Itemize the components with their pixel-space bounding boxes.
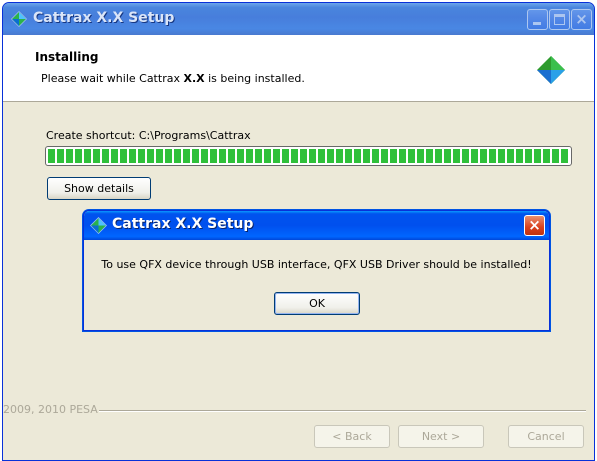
minimize-icon (533, 22, 541, 25)
page-subtitle: Please wait while Cattrax X.X is being i… (41, 72, 305, 85)
cancel-button[interactable]: Cancel (508, 425, 584, 448)
close-icon: × (575, 10, 588, 28)
dialog-app-icon (90, 217, 107, 234)
branding-divider (99, 410, 586, 412)
dialog-title: Cattrax X.X Setup (112, 216, 254, 232)
header-logo-icon (537, 56, 565, 84)
dialog-message: To use QFX device through USB interface,… (101, 258, 532, 271)
close-button[interactable]: × (571, 9, 592, 30)
dialog-close-button[interactable]: × (524, 215, 545, 236)
page-title: Installing (35, 50, 99, 64)
next-button[interactable]: Next > (398, 425, 484, 448)
setup-window: Cattrax X.X Setup × Installing Please wa… (2, 2, 595, 461)
show-details-button[interactable]: Show details (47, 177, 151, 200)
subtitle-suffix: is being installed. (204, 72, 305, 85)
app-logo-icon (11, 11, 27, 27)
install-progress-bar (45, 146, 572, 166)
window-title: Cattrax X.X Setup (33, 10, 175, 26)
ok-button[interactable]: OK (274, 292, 360, 315)
title-bar-content: Cattrax X.X Setup × (3, 3, 594, 35)
progress-fill (48, 149, 569, 163)
maximize-button[interactable] (549, 9, 570, 30)
progress-status-text: Create shortcut: C:\Programs\Cattrax (46, 129, 251, 142)
minimize-button[interactable] (527, 9, 548, 30)
subtitle-prefix: Please wait while Cattrax (41, 72, 184, 85)
branding-text: 2009, 2010 PESA (3, 403, 98, 416)
maximize-icon (554, 14, 565, 25)
message-dialog: Cattrax X.X Setup × To use QFX device th… (83, 210, 550, 331)
back-button[interactable]: < Back (314, 425, 390, 448)
subtitle-version: X.X (183, 72, 205, 85)
header-panel: Installing Please wait while Cattrax X.X… (3, 35, 594, 102)
